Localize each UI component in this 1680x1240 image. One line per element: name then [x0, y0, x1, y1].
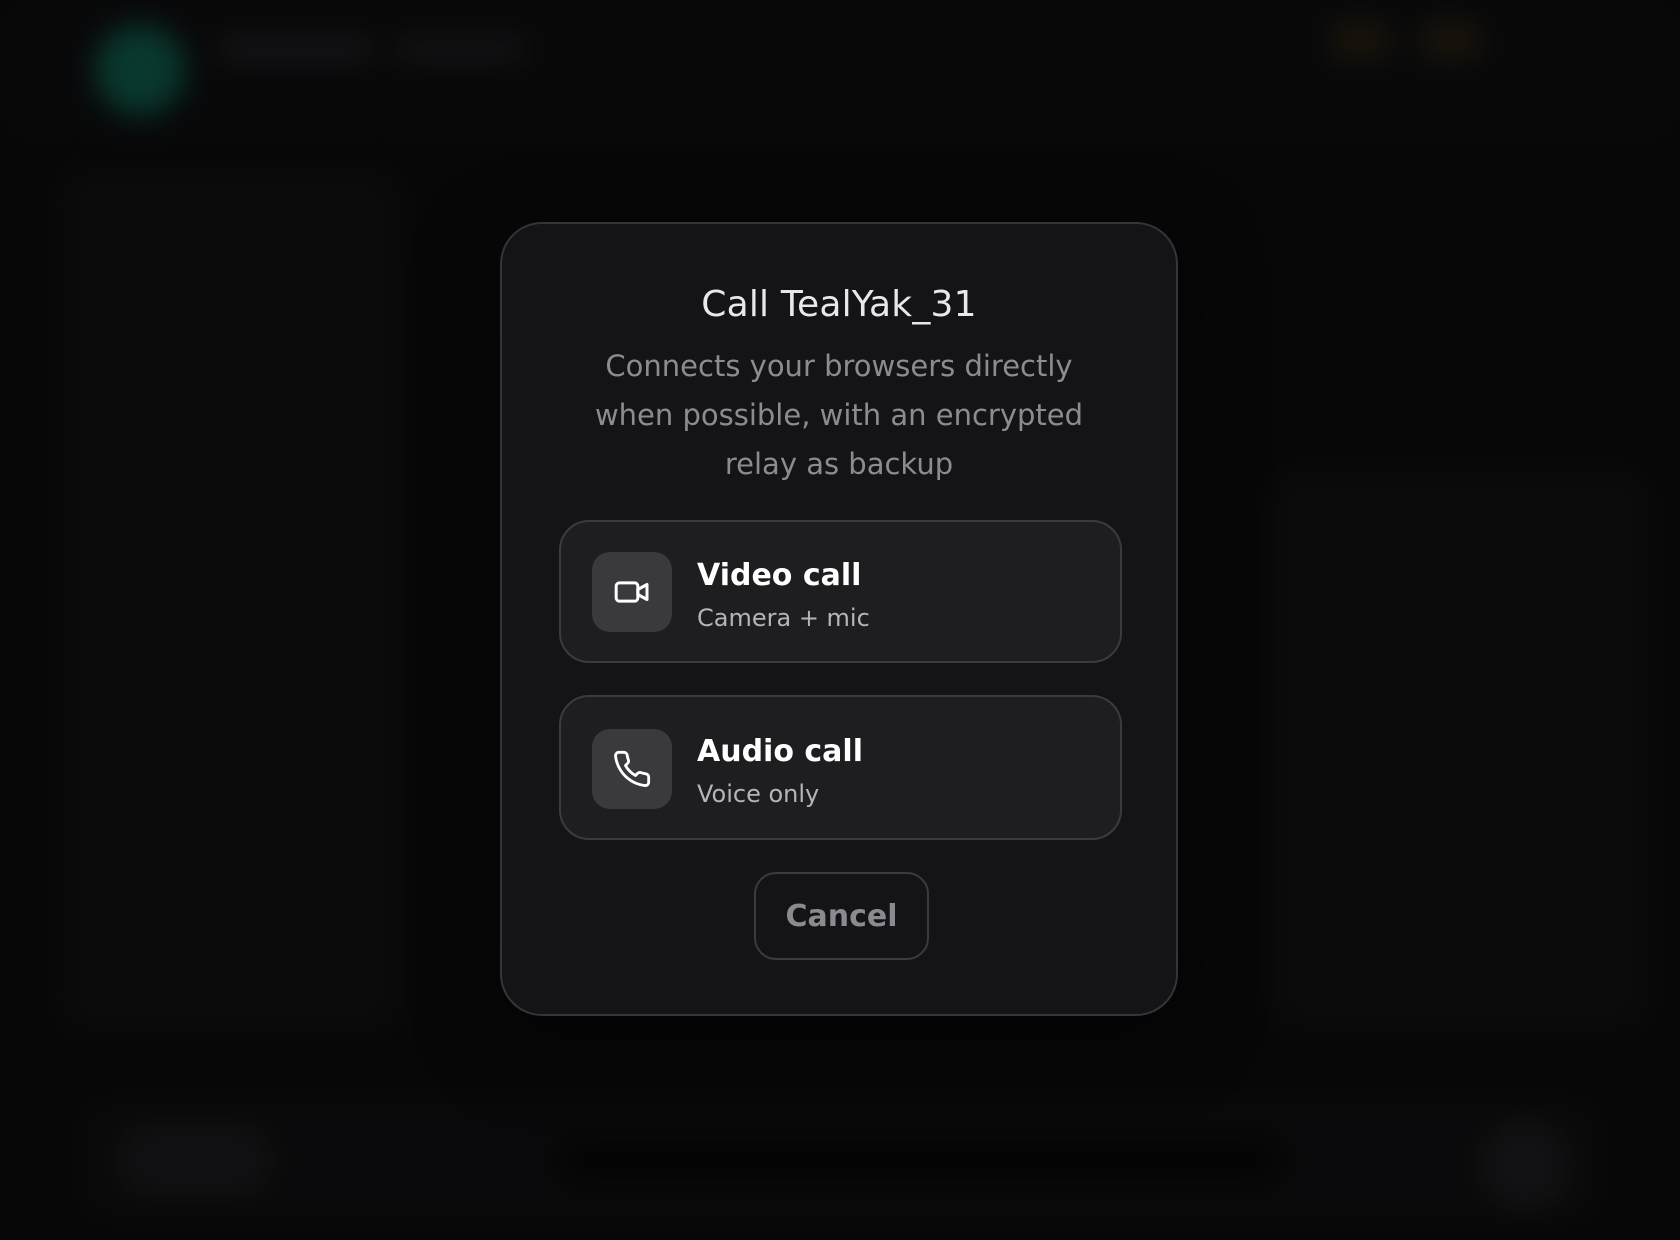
screen: Call TealYak_31 Connects your browsers d… — [0, 0, 1680, 1240]
video-call-title: Video call — [697, 558, 862, 593]
audio-call-button[interactable]: Audio call Voice only — [559, 695, 1122, 840]
audio-call-title: Audio call — [697, 734, 863, 769]
video-call-description: Camera + mic — [697, 604, 870, 632]
dialog-title: Call TealYak_31 — [701, 284, 977, 325]
dialog-subtitle: Connects your browsers directly when pos… — [594, 349, 1084, 481]
phone-icon — [592, 729, 672, 809]
cancel-button[interactable]: Cancel — [754, 872, 929, 960]
video-call-button[interactable]: Video call Camera + mic — [559, 520, 1122, 663]
call-dialog: Call TealYak_31 Connects your browsers d… — [500, 222, 1178, 1016]
audio-call-description: Voice only — [697, 780, 820, 808]
video-camera-icon — [592, 552, 672, 632]
